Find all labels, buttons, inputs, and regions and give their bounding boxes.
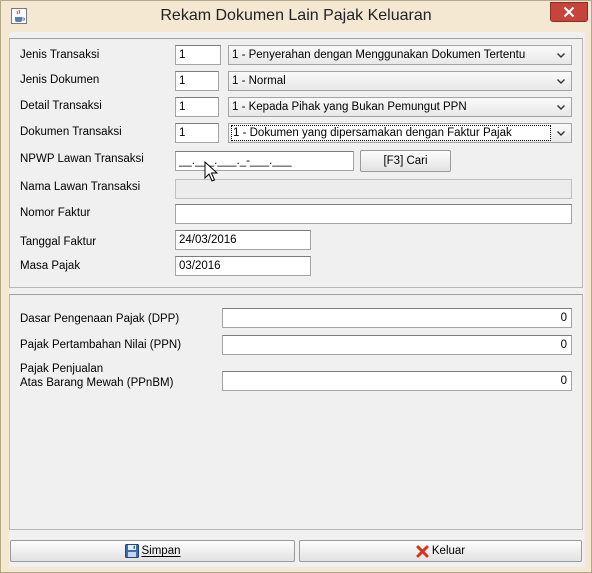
- dialog-content: Jenis Transaksi 1 1 - Penyerahan dengan …: [9, 32, 585, 567]
- detail-transaksi-label: Detail Transaksi: [20, 100, 102, 112]
- close-icon: [563, 6, 575, 18]
- nomor-faktur-field[interactable]: [175, 204, 572, 224]
- simpan-button[interactable]: Simpan: [10, 540, 295, 562]
- floppy-disk-icon: [124, 544, 139, 558]
- npwp-label: NPWP Lawan Transaksi: [20, 153, 144, 165]
- cari-button[interactable]: [F3] Cari: [360, 150, 451, 172]
- nomor-faktur-label: Nomor Faktur: [20, 207, 91, 219]
- jenis-transaksi-code-field[interactable]: 1: [175, 45, 221, 65]
- jenis-dokumen-code-field[interactable]: 1: [175, 71, 219, 91]
- window-title: Rekam Dokumen Lain Pajak Keluaran: [160, 7, 432, 24]
- jenis-transaksi-label: Jenis Transaksi: [20, 49, 100, 61]
- ppn-field[interactable]: 0: [222, 335, 572, 355]
- jenis-dokumen-dropdown[interactable]: 1 - Normal: [228, 71, 572, 91]
- amount-panel: Dasar Pengenaan Pajak (DPP) 0 Pajak Pert…: [9, 294, 583, 530]
- detail-transaksi-selected: 1 - Kepada Pihak yang Bukan Pemungut PPN: [232, 101, 467, 113]
- cari-button-label: [F3] Cari: [383, 155, 428, 167]
- chevron-down-icon: [557, 53, 565, 58]
- chevron-down-icon: [557, 105, 565, 110]
- simpan-button-label: Simpan: [141, 545, 181, 557]
- dpp-field[interactable]: 0: [222, 308, 572, 328]
- dialog-window: Rekam Dokumen Lain Pajak Keluaran Jenis …: [0, 0, 592, 573]
- dokumen-transaksi-dropdown[interactable]: 1 - Dokumen yang dipersamakan dengan Fak…: [228, 123, 572, 143]
- tanggal-faktur-label: Tanggal Faktur: [20, 236, 97, 248]
- jenis-transaksi-dropdown[interactable]: 1 - Penyerahan dengan Menggunakan Dokume…: [228, 45, 572, 65]
- red-x-icon: [416, 545, 429, 557]
- keluar-button-label: Keluar: [431, 545, 466, 557]
- document-panel: Jenis Transaksi 1 1 - Penyerahan dengan …: [9, 38, 583, 288]
- chevron-down-icon: [557, 79, 565, 84]
- ppnbm-field[interactable]: 0: [222, 371, 572, 391]
- chevron-down-icon: [557, 131, 565, 136]
- keluar-button[interactable]: Keluar: [299, 540, 582, 562]
- masa-pajak-field[interactable]: 03/2016: [175, 256, 311, 276]
- mouse-cursor-icon: [204, 161, 218, 182]
- ppnbm-label-line1: Pajak Penjualan: [20, 363, 104, 375]
- nama-lawan-field: [175, 179, 572, 199]
- close-button[interactable]: [550, 2, 588, 22]
- masa-pajak-label: Masa Pajak: [20, 260, 81, 272]
- title-bar[interactable]: Rekam Dokumen Lain Pajak Keluaran: [1, 1, 591, 32]
- nama-lawan-label: Nama Lawan Transaksi: [20, 181, 141, 193]
- ppn-label: Pajak Pertambahan Nilai (PPN): [20, 339, 182, 351]
- detail-transaksi-dropdown[interactable]: 1 - Kepada Pihak yang Bukan Pemungut PPN: [228, 97, 572, 117]
- detail-transaksi-code-field[interactable]: 1: [175, 97, 219, 117]
- tanggal-faktur-field[interactable]: 24/03/2016: [175, 230, 311, 250]
- jenis-transaksi-selected: 1 - Penyerahan dengan Menggunakan Dokume…: [232, 49, 526, 61]
- dokumen-transaksi-code-field[interactable]: 1: [175, 123, 219, 143]
- ppnbm-label-line2: Atas Barang Mewah (PPnBM): [20, 377, 174, 389]
- jenis-dokumen-label: Jenis Dokumen: [20, 74, 100, 86]
- dokumen-transaksi-label: Dokumen Transaksi: [20, 126, 122, 138]
- dokumen-transaksi-selected: 1 - Dokumen yang dipersamakan dengan Fak…: [231, 125, 551, 141]
- jenis-dokumen-selected: 1 - Normal: [232, 75, 286, 87]
- dpp-label: Dasar Pengenaan Pajak (DPP): [20, 313, 180, 325]
- npwp-field[interactable]: __.___.___._-___.___: [175, 151, 354, 171]
